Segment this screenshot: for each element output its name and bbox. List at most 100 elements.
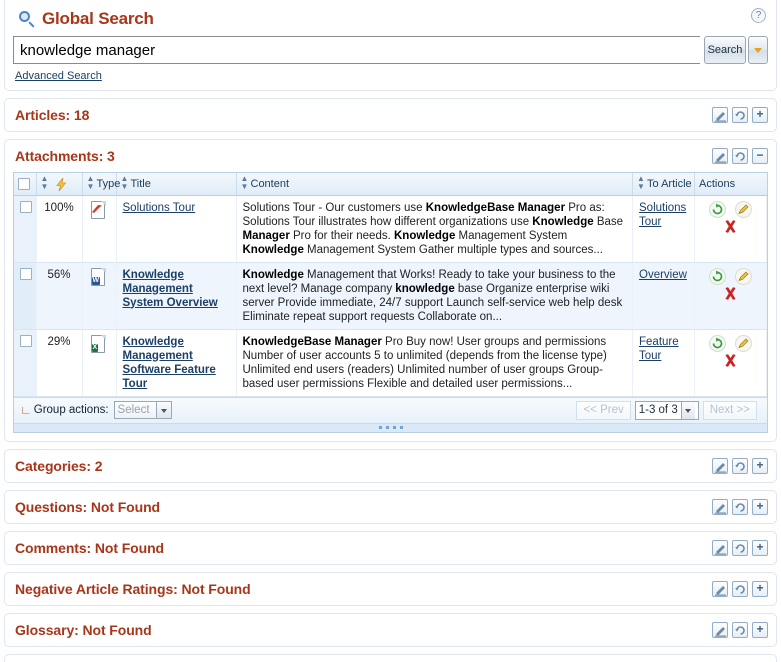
row-select-cell[interactable]	[14, 195, 37, 263]
col-type[interactable]: ▲ ▼ Type	[82, 173, 120, 196]
help-icon[interactable]: ?	[751, 8, 766, 23]
row-checkbox[interactable]	[20, 268, 32, 281]
edit-pencil-icon[interactable]	[712, 148, 728, 164]
panel-title-questions: Questions: Not Found	[15, 498, 160, 515]
expand-collapse-icon[interactable]: +	[752, 580, 768, 597]
to-article-link[interactable]: Solutions Tour	[639, 202, 686, 228]
refresh-icon[interactable]	[732, 539, 748, 556]
panel-header-questions[interactable]: Questions: Not Found	[5, 491, 776, 523]
panel-toggle-sign: +	[756, 580, 764, 595]
col-actions-label: Actions	[699, 177, 736, 190]
row-content-cell: KnowledgeBase Manager Pro Buy now! User …	[236, 329, 633, 397]
panel-questions: Questions: Not Found +	[4, 489, 777, 524]
row-article-cell: Feature Tour	[632, 329, 695, 397]
expand-collapse-icon[interactable]: −	[752, 148, 768, 164]
panel-header-negative-article-ratings[interactable]: Negative Article Ratings: Not Found	[5, 573, 776, 605]
edit-pencil-icon[interactable]	[712, 457, 728, 474]
grid-resize-grip[interactable]	[14, 422, 767, 432]
word-file-icon: W	[90, 267, 108, 287]
expand-collapse-icon[interactable]: +	[752, 107, 768, 123]
panel-header-glossary[interactable]: Glossary: Not Found	[5, 614, 776, 646]
col-content[interactable]: ▲ ▼ Content	[236, 173, 633, 196]
panel-attachments: Attachments: 3 − ▲ ▼ ▲ ▼ Type ▲ ▼ Title …	[4, 139, 777, 442]
panel-header-categories[interactable]: Categories: 2	[5, 450, 776, 482]
panel-title-glossary: Glossary: Not Found	[15, 621, 152, 638]
row-type-cell: X	[82, 329, 117, 397]
col-to-article[interactable]: ▲ ▼ To Article	[632, 173, 695, 196]
edit-pencil-icon[interactable]	[712, 107, 728, 123]
refresh-icon[interactable]	[732, 457, 748, 474]
panel-tools-glossary: +	[712, 621, 768, 638]
attachment-title-link[interactable]: Solutions Tour	[123, 202, 196, 214]
panel-header-users[interactable]: Users: Not Found	[5, 655, 776, 662]
page-range-select[interactable]: 1-3 of 3	[634, 400, 699, 420]
col-to-article-label: To Article	[647, 177, 692, 190]
edit-icon[interactable]	[735, 334, 753, 352]
expand-collapse-icon[interactable]: +	[752, 498, 768, 515]
advanced-search-link[interactable]: Advanced Search	[15, 70, 102, 82]
panel-tools-categories: +	[712, 457, 768, 474]
col-actions: Actions	[694, 173, 767, 196]
panel-header-articles[interactable]: Articles: 18	[5, 99, 776, 131]
edit-pencil-icon[interactable]	[712, 539, 728, 556]
lightning-icon	[54, 177, 69, 192]
edit-icon[interactable]	[735, 267, 753, 285]
attachment-title-link[interactable]: Knowledge Management Software Feature To…	[123, 336, 216, 390]
to-article-link[interactable]: Overview	[639, 269, 687, 281]
prev-page-button[interactable]: << Prev	[576, 400, 631, 420]
sort-arrows-icon: ▲ ▼	[40, 173, 49, 191]
panel-tools-negative-article-ratings: +	[712, 580, 768, 597]
row-content-cell: Knowledge Management that Works! Ready t…	[236, 262, 633, 330]
panel-title-comments: Comments: Not Found	[15, 539, 164, 556]
row-checkbox[interactable]	[20, 201, 32, 214]
edit-icon[interactable]	[735, 200, 753, 218]
panel-tools-articles: +	[712, 107, 768, 123]
row-relevance: 56%	[36, 262, 83, 330]
row-relevance: 29%	[36, 329, 83, 397]
table-header-row: ▲ ▼ ▲ ▼ Type ▲ ▼ Title ▲ ▼ Content ▲ ▼ T…	[14, 173, 767, 196]
table-row: 100% Solutions Tour Solutions Tour - Our…	[14, 195, 767, 263]
restore-icon[interactable]	[708, 334, 726, 352]
edit-pencil-icon[interactable]	[712, 498, 728, 515]
row-checkbox[interactable]	[20, 335, 32, 348]
search-input[interactable]	[13, 36, 700, 64]
attachment-title-link[interactable]: Knowledge Management System Overview	[123, 269, 218, 309]
to-article-link[interactable]: Feature Tour	[639, 336, 679, 362]
col-type-label: Type	[96, 177, 121, 190]
panel-glossary: Glossary: Not Found +	[4, 612, 777, 647]
row-select-cell[interactable]	[14, 329, 37, 397]
panel-header-attachments[interactable]: Attachments: 3	[5, 140, 776, 172]
col-title[interactable]: ▲ ▼ Title	[116, 173, 237, 196]
row-actions-cell	[694, 195, 767, 263]
delete-icon[interactable]	[722, 352, 739, 369]
row-select-cell[interactable]	[14, 262, 37, 330]
grid-footer: ∟ Group actions: Select << Prev 1-3 of 3…	[14, 396, 767, 423]
panel-header-comments[interactable]: Comments: Not Found	[5, 532, 776, 564]
col-relevance[interactable]: ▲ ▼	[36, 173, 83, 196]
sort-arrows-icon: ▲ ▼	[86, 173, 95, 191]
expand-collapse-icon[interactable]: +	[752, 457, 768, 474]
restore-icon[interactable]	[708, 267, 726, 285]
row-type-cell	[82, 195, 117, 263]
delete-icon[interactable]	[722, 285, 739, 302]
panel-users: Users: Not Found +	[4, 653, 777, 662]
next-page-button[interactable]: Next >>	[702, 400, 757, 420]
expand-collapse-icon[interactable]: +	[752, 621, 768, 638]
refresh-icon[interactable]	[732, 580, 748, 597]
edit-pencil-icon[interactable]	[712, 580, 728, 597]
refresh-icon[interactable]	[732, 107, 748, 123]
refresh-icon[interactable]	[732, 621, 748, 638]
magnifier-icon	[17, 9, 37, 29]
refresh-icon[interactable]	[732, 148, 748, 164]
expand-collapse-icon[interactable]: +	[752, 539, 768, 556]
search-button[interactable]: Search	[704, 36, 746, 64]
search-options-dropdown-button[interactable]	[748, 36, 768, 64]
refresh-icon[interactable]	[732, 498, 748, 515]
group-actions-select[interactable]: Select	[113, 401, 172, 419]
edit-pencil-icon[interactable]	[712, 621, 728, 638]
row-article-cell: Solutions Tour	[632, 195, 695, 263]
delete-icon[interactable]	[722, 218, 739, 235]
select-all-checkbox[interactable]	[18, 177, 30, 190]
restore-icon[interactable]	[708, 200, 726, 218]
col-select-all[interactable]	[14, 173, 37, 196]
